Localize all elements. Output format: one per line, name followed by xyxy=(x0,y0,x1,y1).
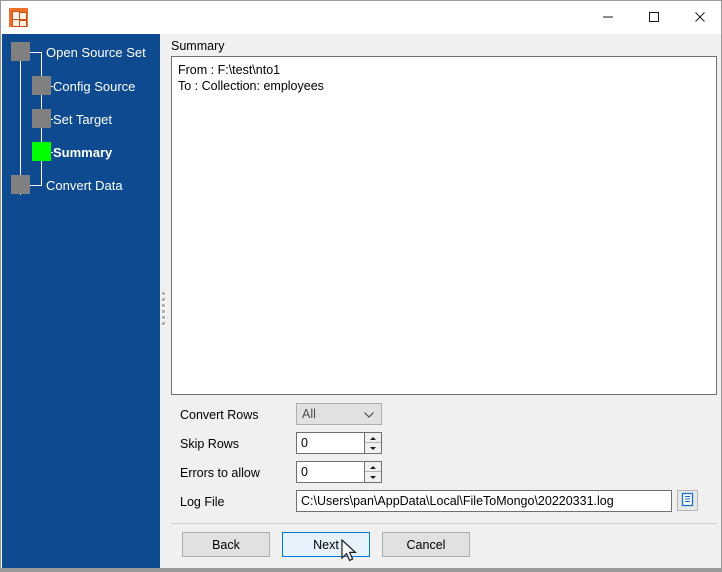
sidebar-step-marker-summary[interactable] xyxy=(32,142,51,161)
document-browse-icon xyxy=(681,492,694,506)
skip-rows-value: 0 xyxy=(301,436,308,450)
application-window: Open Source Set Config Source Set Target… xyxy=(0,0,722,572)
summary-content: From : F:\test\nto1 To : Collection: emp… xyxy=(178,63,324,93)
summary-group-label: Summary xyxy=(171,39,225,53)
minimize-button[interactable] xyxy=(585,1,631,33)
convert-rows-label: Convert Rows xyxy=(180,408,259,422)
errors-to-allow-stepper[interactable]: 0 xyxy=(296,461,382,483)
footer-divider xyxy=(171,523,717,524)
log-file-value: C:\Users\pan\AppData\Local\FileToMongo\2… xyxy=(301,494,614,508)
summary-textbox[interactable]: From : F:\test\nto1 To : Collection: emp… xyxy=(171,56,717,395)
sidebar-step-marker-convert-data[interactable] xyxy=(11,175,30,194)
convert-rows-value: All xyxy=(302,407,316,421)
skip-rows-label: Skip Rows xyxy=(180,437,240,451)
errors-to-allow-increment-button[interactable] xyxy=(365,462,381,472)
log-file-input[interactable]: C:\Users\pan\AppData\Local\FileToMongo\2… xyxy=(296,490,672,512)
log-file-browse-button[interactable] xyxy=(677,490,698,511)
skip-rows-decrement-button[interactable] xyxy=(365,443,381,453)
app-icon xyxy=(9,8,28,27)
wizard-step-tree: Open Source Set Config Source Set Target… xyxy=(2,34,160,571)
errors-to-allow-decrement-button[interactable] xyxy=(365,472,381,482)
window-bottom-edge xyxy=(1,568,721,571)
title-bar xyxy=(1,1,721,34)
sidebar-step-marker-config-source[interactable] xyxy=(32,76,51,95)
panel-splitter[interactable] xyxy=(160,34,168,571)
sidebar-item-config-source[interactable]: Config Source xyxy=(53,77,135,96)
log-file-label: Log File xyxy=(180,495,225,509)
spinner-up-icon xyxy=(370,436,376,440)
main-panel: Summary From : F:\test\nto1 To : Collect… xyxy=(168,34,721,571)
maximize-icon xyxy=(649,12,659,22)
skip-rows-stepper[interactable]: 0 xyxy=(296,432,382,454)
spinner-down-icon xyxy=(370,446,376,450)
close-button[interactable] xyxy=(677,1,721,33)
spinner-up-icon xyxy=(370,465,376,469)
errors-to-allow-value: 0 xyxy=(301,465,308,479)
sidebar-item-summary[interactable]: Summary xyxy=(53,143,112,162)
convert-rows-select[interactable]: All xyxy=(296,403,382,425)
wizard-sidebar: Open Source Set Config Source Set Target… xyxy=(2,34,160,571)
skip-rows-increment-button[interactable] xyxy=(365,433,381,443)
sidebar-step-marker-open-source-set[interactable] xyxy=(11,42,30,61)
spinner-down-icon xyxy=(370,475,376,479)
sidebar-step-marker-set-target[interactable] xyxy=(32,109,51,128)
back-button[interactable]: Back xyxy=(182,532,270,557)
sidebar-item-open-source-set[interactable]: Open Source Set xyxy=(46,43,146,62)
errors-to-allow-label: Errors to allow xyxy=(180,466,260,480)
maximize-button[interactable] xyxy=(631,1,677,33)
next-button[interactable]: Next xyxy=(282,532,370,557)
close-icon xyxy=(695,12,705,22)
minimize-icon xyxy=(603,16,613,18)
sidebar-item-set-target[interactable]: Set Target xyxy=(53,110,112,129)
chevron-down-icon xyxy=(364,412,374,418)
sidebar-item-convert-data[interactable]: Convert Data xyxy=(46,176,123,195)
cancel-button[interactable]: Cancel xyxy=(382,532,470,557)
